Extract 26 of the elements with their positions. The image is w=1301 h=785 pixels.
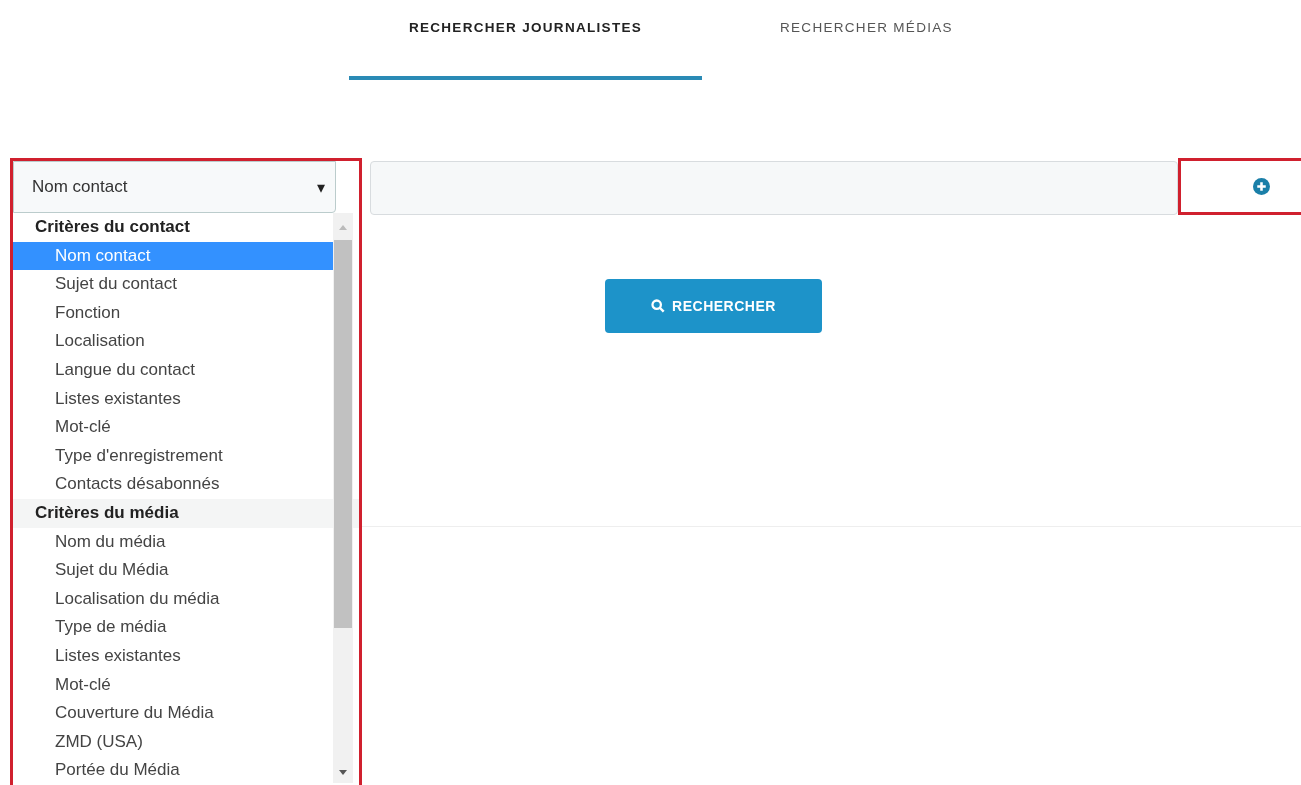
dropdown-option[interactable]: Contacts désabonnés xyxy=(13,470,333,499)
dropdown-option[interactable]: Langue du contact xyxy=(13,355,333,385)
dropdown-option[interactable]: Fonction xyxy=(13,298,333,328)
search-field[interactable] xyxy=(370,161,1178,215)
dropdown-option[interactable]: Couverture du Média xyxy=(13,699,333,728)
dropdown-option[interactable]: Type de média xyxy=(13,613,333,642)
dropdown-option[interactable]: Nom du média xyxy=(13,527,333,557)
tab[interactable]: RECHERCHER JOURNALISTES xyxy=(349,0,702,80)
dropdown-option[interactable]: Mot-clé xyxy=(13,413,333,442)
add-criteria-button[interactable] xyxy=(1178,158,1301,215)
dropdown-option[interactable]: Localisation xyxy=(13,327,333,356)
scrollbar[interactable] xyxy=(333,213,353,783)
dropdown-option[interactable]: ZMD (USA) xyxy=(13,727,333,757)
dropdown-option[interactable]: Type d'enregistrement xyxy=(13,441,333,471)
criteria-select[interactable]: Nom contact ▾ xyxy=(13,161,336,213)
dropdown-option[interactable]: Portée du Média xyxy=(13,756,333,785)
search-icon xyxy=(651,299,666,313)
dropdown-option[interactable]: Listes existantes xyxy=(13,384,333,414)
dropdown-option[interactable]: Localisation du média xyxy=(13,584,333,614)
plus-circle-icon xyxy=(1252,178,1270,195)
dropdown-option[interactable]: Listes existantes xyxy=(13,641,333,671)
option-group-header: Critères du média xyxy=(13,498,359,528)
dropdown-option[interactable]: Sujet du Média xyxy=(13,556,333,585)
dropdown-option[interactable]: Mot-clé xyxy=(13,670,333,700)
dropdown-option[interactable]: Sujet du contact xyxy=(13,270,333,299)
tab[interactable]: RECHERCHER MÉDIAS xyxy=(780,0,1080,80)
